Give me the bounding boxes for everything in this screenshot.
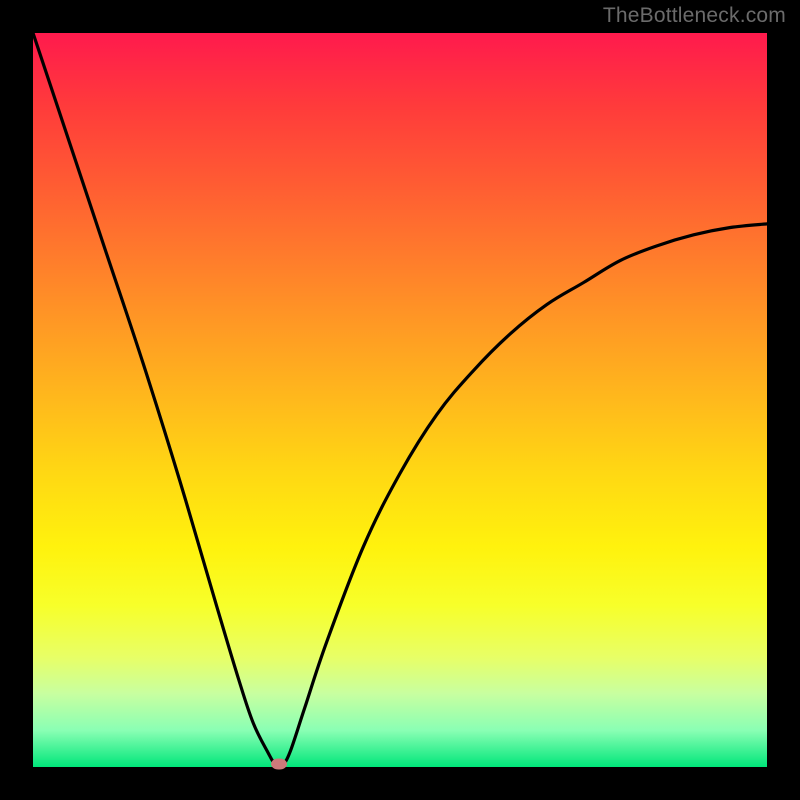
chart-frame: TheBottleneck.com — [0, 0, 800, 800]
curve-svg — [33, 33, 767, 767]
watermark-text: TheBottleneck.com — [603, 4, 786, 28]
optimum-marker — [271, 759, 287, 770]
plot-area — [33, 33, 767, 767]
bottleneck-curve — [33, 33, 767, 766]
